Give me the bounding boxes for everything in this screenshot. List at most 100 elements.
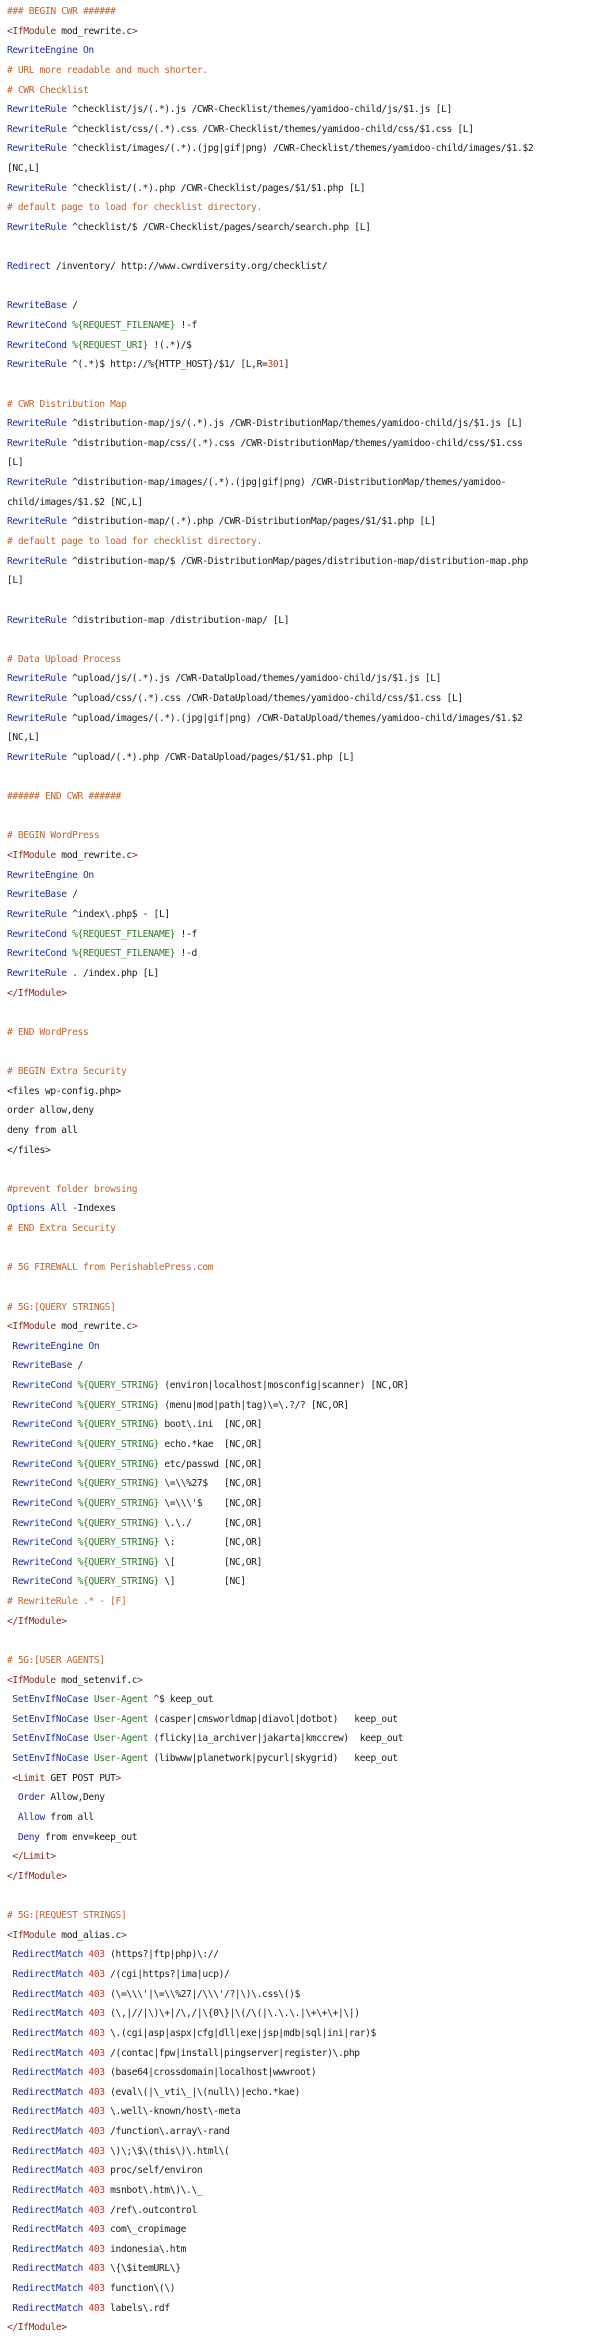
code-line: <IfModule mod_rewrite.c> [7,847,138,865]
code-token-text: !-d [175,948,198,960]
code-token-keyword: Redirect [7,261,56,273]
code-token-comment: # BEGIN WordPress [7,830,100,842]
code-token-text: -Indexes [72,1203,116,1215]
code-token-keyword: RewriteCond [7,1399,78,1411]
code-token-text: function\(\) [104,2283,176,2295]
code-token-text: [NC,L] [7,732,40,744]
code-token-keyword: RewriteCond [7,1497,78,1509]
code-token-text: msnbot\.htm\)\.\_ [104,2184,203,2196]
code-token-keyword: RedirectMatch [7,2106,89,2118]
code-line: RewriteRule ^checklist/css/(.*).css /CWR… [7,121,474,139]
code-line: RedirectMatch 403 \.well\-known/host\-me… [7,2103,240,2121]
code-line: RedirectMatch 403 msnbot\.htm\)\.\_ [7,2182,202,2200]
code-line: # default page to load for checklist dir… [7,533,262,551]
code-token-keyword: Allow [7,1811,51,1823]
code-line: RewriteRule ^distribution-map/css/(.*).c… [7,435,523,453]
code-token-keyword: RewriteRule [7,123,73,135]
code-token-keyword: RedirectMatch [7,2184,89,2196]
code-token-text: deny from all [7,1124,78,1136]
code-token-text: /(cgi|https?|ima|ucp)/ [104,1969,230,1980]
code-token-tag: </Limit> [7,1851,56,1863]
code-token-num: 403 [88,2126,105,2138]
code-token-text: /function\.array\-rand [104,2126,230,2138]
code-line: RedirectMatch 403 /(cgi|https?|ima|ucp)/ [7,1966,229,1984]
code-line: RewriteCond %{QUERY_STRING} \: [NC,OR] [7,1534,262,1552]
code-line: [L] [7,454,24,472]
code-line: </files> [7,1142,51,1160]
code-token-text: Allow,Deny [50,1792,105,1804]
code-token-comment: # 5G:[REQUEST STRINGS] [7,1910,127,1922]
code-line: # default page to load for checklist dir… [7,199,262,217]
code-token-text: ^upload/(.*).php /CWR-DataUpload/pages/$… [72,751,355,763]
code-line: child/images/$1.$2 [NC,L] [7,494,143,512]
code-token-text: !-f [175,320,198,332]
code-token-text: (\,|//|\)\+|/\,/|\{0\}|\(/\(|\.\.\.|\+\+… [104,2008,360,2020]
code-line: RedirectMatch 403 \{\$itemURL\} [7,2260,181,2278]
code-token-text: ^upload/images/(.*).(jpg|gif|png) /CWR-D… [72,712,523,724]
code-token-comment: # 5G:[QUERY STRINGS] [7,1301,116,1313]
code-line: <Limit GET POST PUT> [7,1770,121,1788]
code-line: RewriteRule ^upload/js/(.*).js /CWR-Data… [7,670,441,688]
code-token-num: 403 [88,1969,105,1980]
code-line: SetEnvIfNoCase User-Agent (casper|cmswor… [7,1711,398,1729]
code-token-keyword: RedirectMatch [7,2047,89,2059]
code-token-text: ^upload/js/(.*).js /CWR-DataUpload/theme… [72,673,442,685]
code-token-keyword: RewriteRule [7,555,73,567]
code-token-keyword: RewriteBase [7,300,73,312]
code-token-tag: <IfModule [7,850,62,862]
code-line: RedirectMatch 403 proc/self/environ [7,2162,202,2180]
code-token-num: 403 [88,2106,105,2118]
code-token-text: ^distribution-map/$ /CWR-DistributionMap… [72,555,528,567]
code-line: ### BEGIN CWR ###### [7,3,116,21]
code-token-text: ^checklist/js/(.*).js /CWR-Checklist/the… [72,104,452,116]
code-line: RewriteRule ^upload/css/(.*).css /CWR-Da… [7,690,463,708]
code-token-keyword: RewriteRule [7,418,73,430]
code-token-text: from env=keep_out [44,1831,138,1843]
code-token-keyword: RewriteRule [7,359,73,371]
code-token-var: User-Agent [93,1733,149,1745]
code-token-text: ^distribution-map/js/(.*).js /CWR-Distri… [72,418,523,430]
code-token-text: \.well\-known/host\-meta [104,2106,241,2118]
code-line: # 5G:[REQUEST STRINGS] [7,1907,127,1925]
code-token-keyword: RedirectMatch [7,2126,89,2138]
code-token-text: (menu|mod|path|tag)\=\.?/? [NC,OR] [158,1399,349,1411]
code-token-keyword: RewriteRule [7,104,73,116]
code-line: RewriteEngine On [7,867,94,885]
code-line: RewriteCond %{QUERY_STRING} echo.*kae [N… [7,1436,262,1454]
code-token-keyword: Order [7,1792,51,1804]
code-line: order allow,deny [7,1102,94,1120]
code-token-text: (environ|localhost|mosconfig|scanner) [N… [158,1380,409,1392]
code-token-text: . /index.php [L] [72,967,159,979]
code-token-text: !-f [175,928,198,940]
code-line: RewriteRule ^checklist/images/(.*).(jpg|… [7,140,534,158]
code-token-var: %{QUERY_STRING} [77,1556,160,1568]
code-line: deny from all [7,1122,78,1140]
code-token-keyword: RewriteCond [7,1458,78,1470]
code-token-text: mod_rewrite.c [61,850,132,862]
code-token-text: ^checklist/css/(.*).css /CWR-Checklist/t… [72,123,474,135]
code-token-comment: # BEGIN Extra Security [7,1066,127,1078]
code-token-var: %{REQUEST_URI} [72,339,149,351]
code-line: RewriteEngine On [7,1338,99,1356]
code-token-num: 403 [88,2263,105,2275]
code-line: RewriteCond %{QUERY_STRING} \=\\\'$ [NC,… [7,1495,262,1513]
code-token-tag: > [115,1772,122,1784]
code-token-text: ^checklist/(.*).php /CWR-Checklist/pages… [72,182,366,194]
code-line: Deny from env=keep_out [7,1829,138,1847]
code-line: # BEGIN Extra Security [7,1063,127,1081]
code-line: RewriteRule ^upload/images/(.*).(jpg|gif… [7,710,523,728]
code-line: # URL more readable and much shorter. [7,62,208,80]
code-token-keyword: RewriteCond [7,1380,78,1392]
code-token-keyword: RedirectMatch [7,2283,89,2295]
code-token-keyword: RedirectMatch [7,1969,89,1980]
code-token-keyword: RedirectMatch [7,2224,89,2236]
code-token-keyword: RewriteCond [7,1576,78,1588]
code-line: <files wp-config.php> [7,1083,121,1101]
code-token-text: ^$ keep_out [148,1694,214,1706]
code-line: RewriteRule ^distribution-map/(.*).php /… [7,513,436,531]
code-token-keyword: RewriteCond [7,1537,78,1549]
code-token-text: /ref\.outcontrol [104,2204,197,2216]
code-token-keyword: RewriteRule [7,673,73,685]
code-token-num: 403 [88,2243,105,2255]
code-token-text: ] [283,359,290,371]
